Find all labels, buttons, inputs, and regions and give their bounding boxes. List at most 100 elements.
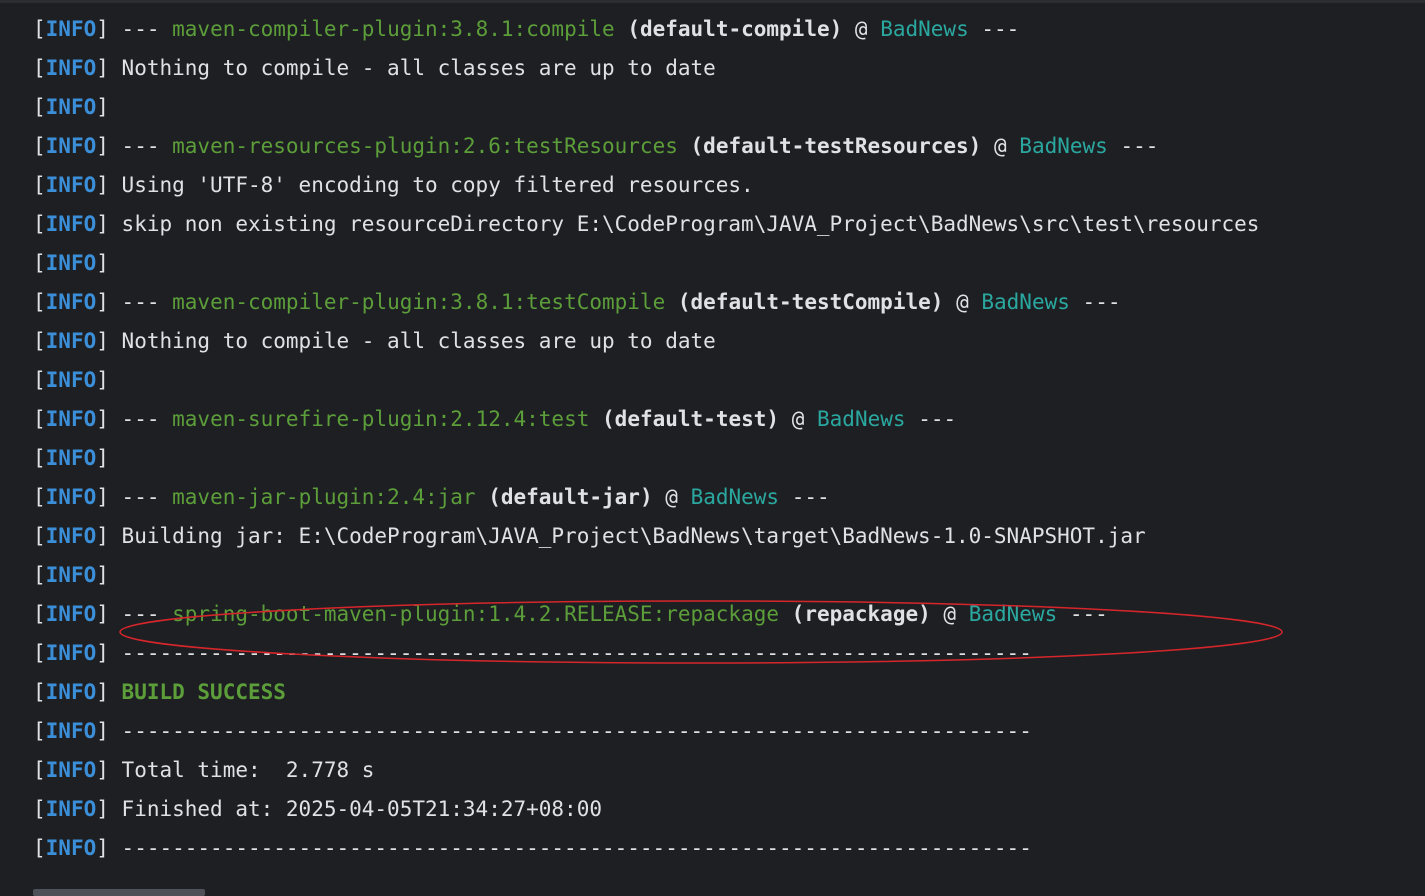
execution-id: (repackage) [791,602,931,626]
build-status: BUILD SUCCESS [121,680,286,704]
log-line: [INFO] Building jar: E:\CodeProgram\JAVA… [33,517,1425,556]
log-line: [INFO] --- maven-compiler-plugin:3.8.1:c… [33,10,1425,49]
project-name: BadNews [981,290,1070,314]
separator-dashes: --- [981,17,1020,41]
log-level: INFO [45,212,97,236]
log-line: [INFO] --- maven-compiler-plugin:3.8.1:t… [33,283,1425,322]
plugin-goal: maven-jar-plugin:2.4:jar [172,485,476,509]
log-level: INFO [45,719,97,743]
log-line: [INFO] Nothing to compile - all classes … [33,49,1425,88]
log-level: INFO [45,290,97,314]
log-line: [INFO] ---------------------------------… [33,634,1425,673]
execution-id: (default-testResources) [690,134,982,158]
log-line: [INFO] ---------------------------------… [33,829,1425,868]
log-line: [INFO] Finished at: 2025-04-05T21:34:27+… [33,790,1425,829]
execution-id: (default-testCompile) [677,290,944,314]
at-sign: @ [791,407,805,431]
log-level: INFO [45,368,97,392]
bracket-open: [ [33,563,46,587]
bracket-close: ] [96,407,109,431]
log-line: [INFO] [33,439,1425,478]
bracket-open: [ [33,251,46,275]
bracket-open: [ [33,797,46,821]
bracket-close: ] [96,524,109,548]
plugin-goal: spring-boot-maven-plugin:1.4.2.RELEASE:r… [172,602,780,626]
log-message: Building jar: E:\CodeProgram\JAVA_Projec… [121,524,1146,548]
log-message: Nothing to compile - all classes are up … [121,56,716,80]
log-level: INFO [45,173,97,197]
separator-dashes: --- [121,407,160,431]
project-name: BadNews [817,407,906,431]
bracket-close: ] [96,563,109,587]
log-message: ----------------------------------------… [121,719,1032,743]
log-line: [INFO] --- maven-jar-plugin:2.4:jar (def… [33,478,1425,517]
log-message: Nothing to compile - all classes are up … [121,329,716,353]
bracket-open: [ [33,290,46,314]
separator-dashes: --- [121,134,160,158]
log-line: [INFO] BUILD SUCCESS [33,673,1425,712]
bracket-open: [ [33,407,46,431]
bracket-open: [ [33,0,46,2]
bracket-open: [ [33,524,46,548]
log-level: INFO [45,485,97,509]
plugin-goal: maven-compiler-plugin:3.8.1:testCompile [172,290,666,314]
bracket-open: [ [33,95,46,119]
project-name: BadNews [968,602,1058,626]
log-line: [INFO] [33,244,1425,283]
at-sign: @ [956,290,969,314]
log-line-highlighted: [INFO] --- spring-boot-maven-plugin:1.4.… [33,595,1425,634]
separator-dashes: --- [121,17,160,41]
bracket-close: ] [96,212,109,236]
log-line: [INFO] --- maven-resources-plugin:2.6:te… [33,127,1425,166]
log-level: INFO [45,602,97,626]
log-line: [INFO] [33,88,1425,127]
execution-id: (default-jar) [488,485,653,509]
bracket-open: [ [33,602,46,626]
log-message: skip non existing resourceDirectory E:\C… [121,212,1260,236]
project-name: BadNews [690,485,780,509]
horizontal-scrollbar-thumb[interactable] [33,889,205,896]
bracket-close: ] [96,758,109,782]
log-message: Using 'UTF-8' encoding to copy filtered … [121,173,754,197]
log-level: INFO [45,524,97,548]
separator-dashes: --- [1069,602,1108,626]
bracket-open: [ [33,134,46,158]
bracket-open: [ [33,17,46,41]
log-level: INFO [45,95,97,119]
log-line: [INFO] [33,556,1425,595]
plugin-goal: maven-resources-plugin:2.6:testResources [172,134,678,158]
bracket-close: ] [96,95,109,119]
bracket-open: [ [33,836,46,860]
log-line: [INFO] Total time: 2.778 s [33,751,1425,790]
execution-id: (default-test) [602,407,780,431]
log-level: INFO [45,797,97,821]
bracket-close: ] [96,641,109,665]
plugin-goal: maven-surefire-plugin:2.12.4:test [172,407,590,431]
separator-dashes: --- [121,485,160,509]
separator-dashes: --- [121,602,160,626]
bracket-open: [ [33,329,46,353]
log-line: [INFO] [33,361,1425,400]
bracket-close: ] [96,680,109,704]
console-output[interactable]: [INFO][INFO] --- maven-compiler-plugin:3… [0,0,1425,896]
at-sign: @ [993,134,1007,158]
bracket-open: [ [33,212,46,236]
at-sign: @ [943,602,957,626]
log-level: INFO [45,134,97,158]
bracket-open: [ [33,485,46,509]
bracket-close: ] [96,17,109,41]
log-level: INFO [45,446,97,470]
log-level: INFO [45,17,97,41]
log-line: [INFO] [33,0,1425,10]
separator-dashes: --- [918,407,957,431]
project-name: BadNews [1019,134,1108,158]
plugin-goal: maven-compiler-plugin:3.8.1:compile [172,17,615,41]
log-level: INFO [45,56,97,80]
log-message: ----------------------------------------… [121,836,1032,860]
bracket-close: ] [96,836,109,860]
separator-dashes: --- [1082,290,1121,314]
separator-dashes: --- [791,485,830,509]
log-line: [INFO] skip non existing resourceDirecto… [33,205,1425,244]
bracket-close: ] [96,0,109,2]
log-line: [INFO] Nothing to compile - all classes … [33,322,1425,361]
